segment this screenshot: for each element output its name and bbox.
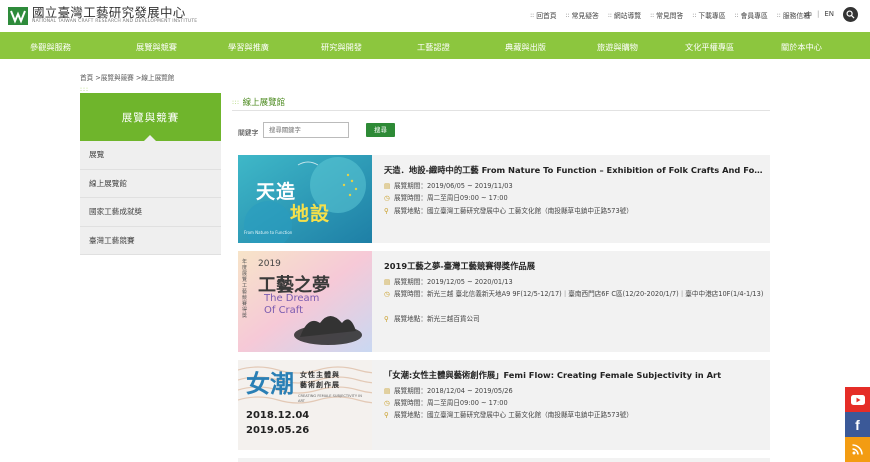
sidebar-item-online-gallery[interactable]: 線上展覽館: [80, 169, 221, 198]
thumb-side-text: 年度展覽 工藝競賽得獎: [242, 259, 248, 319]
sidebar-item-exhibition[interactable]: 展覽: [80, 141, 221, 170]
sidebar-item-competition[interactable]: 臺灣工藝競賽: [80, 226, 221, 255]
nav-item-visit[interactable]: 參觀與服務: [30, 41, 71, 53]
calendar-icon: ▤: [384, 387, 391, 395]
clock-icon: ◷: [384, 194, 390, 202]
exhibition-title[interactable]: 天造．地設-織時中的工藝 From Nature To Function – E…: [384, 164, 764, 176]
top-link-member[interactable]: :: 會員專區: [734, 10, 768, 21]
exhibition-hours: 展覽時間：周二至周日09:00 ~ 17:00: [394, 399, 508, 407]
keyword-input[interactable]: [263, 122, 349, 138]
exhibition-venue: 展覽地點：國立臺灣工藝研究發展中心 工藝文化館（南投縣草屯鎮中正路573號）: [394, 411, 633, 419]
location-pin-icon: ⚲: [384, 207, 389, 215]
bullet-icon: ::: [530, 11, 535, 19]
breadcrumb[interactable]: 首頁 >展覽與競賽 >線上展覽館: [80, 72, 174, 82]
exhibition-card[interactable]: [238, 458, 770, 462]
lang-en[interactable]: EN: [824, 10, 834, 20]
thumb-date-start: 2018.12.04: [246, 410, 310, 421]
nav-item-accessibility[interactable]: 文化平權專區: [685, 41, 734, 53]
top-link-download[interactable]: :: 下載專區: [692, 10, 725, 21]
bullet-icon: ::: [692, 11, 697, 19]
logo-subtitle: NATIONAL TAIWAN CRAFT RESEARCH AND DEVEL…: [32, 19, 198, 24]
sidebar-dots-icon: :::: [80, 86, 90, 93]
sidebar-item-national-award[interactable]: 國家工藝成就獎: [80, 198, 221, 227]
thumb-title: 女潮: [246, 369, 294, 398]
exhibition-thumbnail[interactable]: 2019 工藝之夢 The Dream Of Craft 年度展覽 工藝競賽得獎: [238, 251, 372, 352]
nav-item-travel[interactable]: 旅遊與購物: [597, 41, 638, 53]
clock-icon: ◷: [384, 290, 390, 298]
main-nav: 參觀與服務 展覽與競賽 學習與推廣 研究與開發 工藝認證 典藏與出版 旅遊與購物…: [0, 32, 870, 59]
bullet-icon: ::: [776, 11, 781, 19]
exhibition-title[interactable]: 「女潮:女性主體與藝術創作展」Femi Flow: Creating Femal…: [384, 369, 764, 381]
top-link-faq[interactable]: :: 常見疑答: [565, 10, 599, 21]
location-pin-icon: ⚲: [384, 315, 389, 323]
nav-item-research[interactable]: 研究與開發: [321, 41, 362, 53]
facebook-icon: f: [855, 416, 860, 433]
thumb-sub-1: 女性主體與: [300, 371, 340, 379]
site-logo[interactable]: 國立臺灣工藝研究發展中心 NATIONAL TAIWAN CRAFT RESEA…: [8, 6, 197, 25]
exhibition-thumbnail[interactable]: 天造 地設 From Nature to Function: [238, 155, 372, 243]
nav-item-about[interactable]: 關於本中心: [781, 41, 822, 53]
calendar-icon: ▤: [384, 182, 391, 190]
exhibition-thumbnail[interactable]: 女潮 女性主體與 藝術創作展 CREATING FEMALE SUBJECTIV…: [238, 360, 372, 450]
title-divider: [232, 110, 770, 111]
nav-item-collection[interactable]: 典藏與出版: [505, 41, 546, 53]
top-links: :: 回首頁 :: 常見疑答 :: 網站導覽 :: 常見問答 :: 下載專區 :: 會員專區…: [521, 10, 810, 21]
keyword-search-button[interactable]: 搜尋: [366, 123, 395, 137]
exhibition-period: 展覽期間：2019/06/05 ~ 2019/11/03: [394, 182, 513, 190]
location-pin-icon: ⚲: [384, 411, 389, 419]
sidebar-title: 展覽與競賽: [80, 93, 221, 141]
bullet-icon: ::: [734, 11, 739, 19]
sidebar-menu: 展覽 線上展覽館 國家工藝成就獎 臺灣工藝競賽: [80, 141, 221, 255]
top-link-sitemap[interactable]: :: 網站導覽: [607, 10, 641, 21]
youtube-icon: [850, 394, 865, 405]
calendar-icon: ▤: [384, 278, 391, 286]
nav-item-learning[interactable]: 學習與推廣: [228, 41, 269, 53]
language-switch: 中 | EN: [805, 10, 834, 20]
exhibition-hours: 展覽時間：周二至周日09:00 ~ 17:00: [394, 194, 508, 202]
exhibition-card[interactable]: 女潮 女性主體與 藝術創作展 CREATING FEMALE SUBJECTIV…: [238, 360, 770, 450]
site-header: 國立臺灣工藝研究發展中心 NATIONAL TAIWAN CRAFT RESEA…: [0, 0, 870, 32]
clock-icon: ◷: [384, 399, 390, 407]
rss-icon: [852, 444, 863, 455]
youtube-button[interactable]: [845, 387, 870, 412]
exhibition-period: 展覽期間：2018/12/04 ~ 2019/05/26: [394, 387, 513, 395]
logo-mark-icon: [8, 6, 28, 25]
top-link-qa[interactable]: :: 常見問答: [650, 10, 683, 21]
exhibition-card[interactable]: 天造 地設 From Nature to Function 天造．地設-織時中的…: [238, 155, 770, 243]
bullet-icon: ::: [650, 11, 655, 19]
keyword-label: 關鍵字: [238, 129, 259, 137]
title-dots-icon: :::: [232, 98, 240, 106]
exhibition-title[interactable]: 2019工藝之夢-臺灣工藝競賽得獎作品展: [384, 260, 764, 272]
exhibition-hours: 展覽時間：新光三越 臺北信義新天地A9 9F(12/5-12/17)｜臺南西門店…: [394, 290, 764, 298]
bullet-icon: ::: [607, 11, 612, 19]
top-link-home[interactable]: :: 回首頁: [530, 10, 556, 21]
thumb-en-line-2: Of Craft: [264, 305, 304, 316]
exhibition-period: 展覽期間：2019/12/05 ~ 2020/01/13: [394, 278, 513, 286]
search-button[interactable]: [843, 7, 858, 22]
logo-title: 國立臺灣工藝研究發展中心: [32, 5, 186, 20]
lang-divider: |: [816, 10, 820, 18]
thumb-subtitle: From Nature to Function: [244, 230, 293, 235]
facebook-button[interactable]: f: [845, 412, 870, 437]
thumb-en-line-1: The Dream: [264, 293, 320, 304]
thumb-year: 2019: [258, 259, 281, 269]
search-icon: [846, 10, 855, 19]
page-title: ::: 線上展覽館: [232, 98, 286, 108]
thumb-sub-2: 藝術創作展: [300, 381, 340, 389]
exhibition-card[interactable]: 2019 工藝之夢 The Dream Of Craft 年度展覽 工藝競賽得獎…: [238, 251, 770, 352]
exhibition-venue: 展覽地點：國立臺灣工藝研究發展中心 工藝文化館（南投縣草屯鎮中正路573號）: [394, 207, 633, 215]
exhibition-venue: 展覽地點：新光三越百貨公司: [394, 315, 480, 323]
rss-button[interactable]: [845, 437, 870, 462]
bullet-icon: ::: [565, 11, 570, 19]
thumb-en: CREATING FEMALE SUBJECTIVITY IN ART: [298, 394, 362, 403]
thumb-title-2: 地設: [290, 203, 331, 225]
nav-item-exhibitions[interactable]: 展覽與競賽: [136, 41, 177, 53]
thumb-date-end: 2019.05.26: [246, 425, 310, 436]
nav-item-certification[interactable]: 工藝認證: [417, 41, 450, 53]
lang-zh[interactable]: 中: [805, 10, 812, 20]
